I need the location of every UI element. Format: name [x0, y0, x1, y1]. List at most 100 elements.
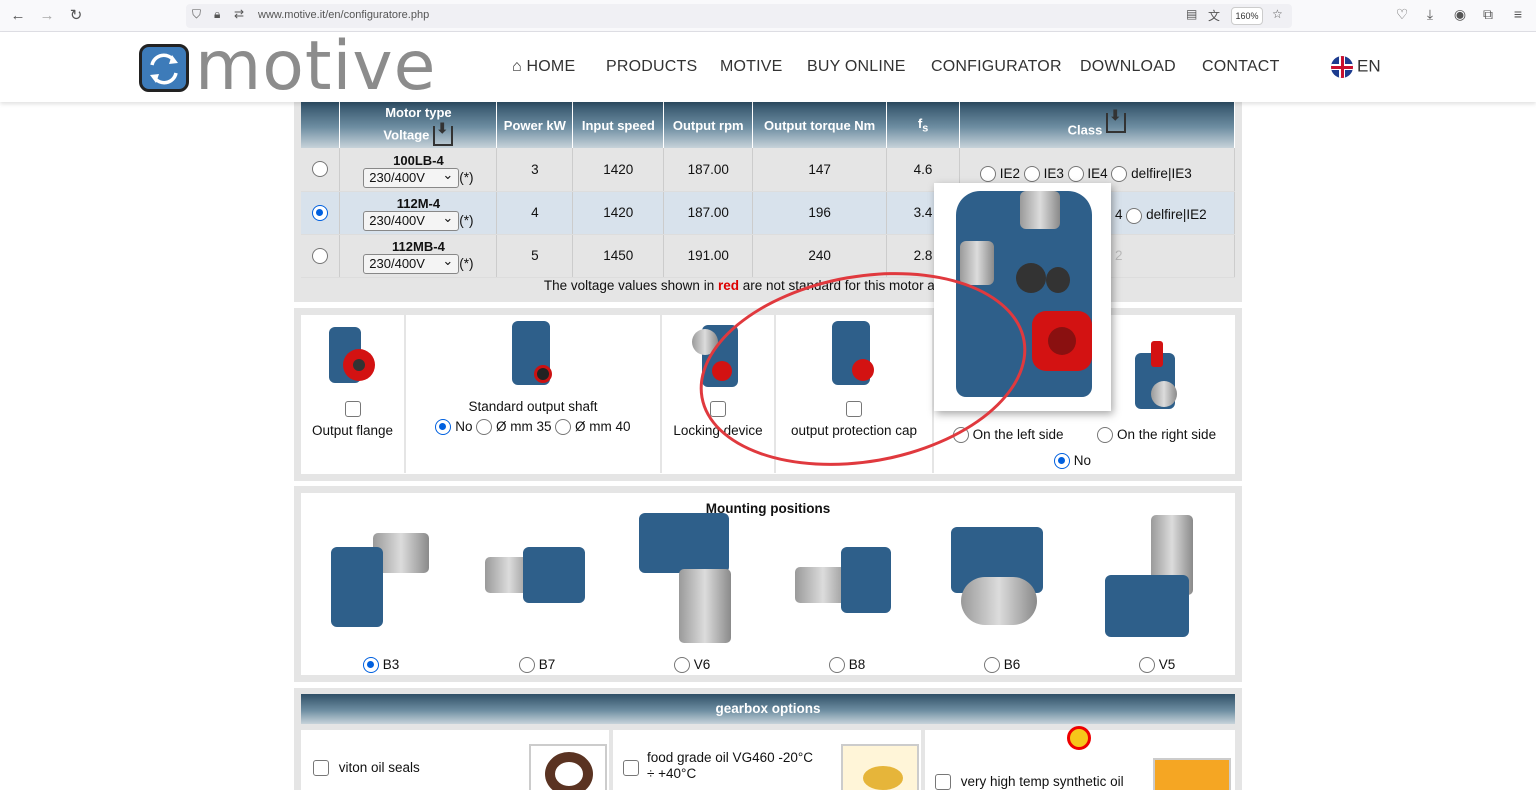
food-oil-checkbox[interactable] — [623, 760, 639, 777]
gearbox-preview-popup — [934, 183, 1111, 411]
gear-option-high-temp-oil[interactable]: very high temp synthetic oil — [925, 726, 1235, 790]
url-text[interactable]: www.motive.it/en/configuratore.php — [258, 9, 429, 21]
voltage-select[interactable]: 230/400V — [363, 166, 460, 188]
gearbox-options-panel: gearbox options viton oil seals food gra… — [294, 688, 1242, 790]
shaft-radio-no[interactable] — [435, 419, 452, 436]
high-temp-oil-image — [1153, 758, 1231, 790]
food-oil-image — [841, 744, 919, 790]
mount-v5-image[interactable] — [1105, 515, 1205, 645]
voltage-select[interactable]: 230/400V — [363, 209, 460, 231]
download-icon[interactable] — [433, 120, 454, 146]
header-motor-type: Motor type Voltage — [339, 102, 498, 148]
site-header: motive ⌂ HOME PRODUCTS MOTIVE BUY ONLINE… — [0, 32, 1536, 102]
mount-radio-b3[interactable] — [363, 657, 379, 674]
class-radio-delfire[interactable] — [1126, 207, 1143, 224]
mount-b8-image[interactable] — [795, 539, 905, 623]
mounting-title: Mounting positions — [705, 501, 831, 516]
back-icon[interactable]: ← — [8, 6, 28, 26]
uk-flag-icon — [1331, 56, 1353, 78]
side-radio-no[interactable] — [1054, 453, 1070, 470]
mount-radio-b6[interactable] — [984, 657, 1000, 674]
mount-b6-image[interactable] — [947, 527, 1057, 639]
pocket-icon[interactable]: ♡ — [1392, 6, 1412, 23]
motive-logo-icon[interactable] — [139, 44, 189, 92]
class-radio-ie2[interactable] — [980, 166, 997, 183]
zoom-level[interactable]: 160% — [1231, 7, 1263, 25]
header-fs: fs — [886, 102, 961, 148]
option-output-flange[interactable]: Output flange — [301, 315, 406, 473]
menu-contact[interactable]: CONTACT — [1202, 58, 1280, 76]
output-flange-checkbox[interactable] — [344, 401, 361, 418]
gearbox-options-header: gearbox options — [301, 694, 1235, 724]
side-radio-left[interactable] — [952, 427, 969, 444]
download-icon[interactable] — [1106, 107, 1127, 133]
mount-radio-v5[interactable] — [1139, 657, 1155, 674]
shaft-radio-40[interactable] — [555, 419, 572, 436]
account-icon[interactable]: ◉ — [1450, 6, 1470, 23]
mount-option-b8[interactable]: B8 — [829, 657, 865, 674]
logo-wordmark[interactable]: motive — [195, 32, 436, 102]
forward-icon[interactable]: → — [37, 6, 57, 26]
option-standard-shaft: Standard output shaft No Ø mm 35 Ø mm 40 — [406, 315, 662, 473]
bookmark-star-icon[interactable]: ☆ — [1272, 7, 1283, 21]
mount-radio-b8[interactable] — [829, 657, 845, 674]
mount-v6-image[interactable] — [639, 513, 739, 645]
header-input-speed: Input speed — [572, 102, 665, 148]
viton-seal-image — [529, 744, 607, 790]
mount-option-v6[interactable]: V6 — [674, 657, 710, 674]
option-locking-device[interactable]: Locking device — [662, 315, 776, 473]
side-radio-right[interactable] — [1097, 427, 1114, 444]
voltage-select[interactable]: 230/400V — [363, 252, 460, 274]
lock-icon[interactable]: 🔒︎ — [214, 7, 220, 22]
mount-radio-v6[interactable] — [674, 657, 690, 674]
downloads-icon[interactable]: ⤓ — [1420, 6, 1440, 23]
class-radio-delfire[interactable] — [1111, 166, 1128, 183]
locking-device-image — [692, 321, 746, 391]
viton-checkbox[interactable] — [313, 760, 329, 777]
header-output-torque: Output torque Nm — [752, 102, 888, 148]
reload-icon[interactable]: ↻ — [66, 6, 86, 26]
motor-radio-100lb4[interactable] — [312, 161, 329, 178]
header-output-rpm: Output rpm — [663, 102, 754, 148]
menu-motive[interactable]: MOTIVE — [720, 58, 783, 76]
menu-home[interactable]: ⌂ HOME — [512, 58, 575, 76]
output-flange-image — [327, 323, 379, 387]
gear-option-food-oil[interactable]: food grade oil VG460 -20°C ÷ +40°C — [613, 730, 921, 790]
shield-icon[interactable]: ⛉ — [192, 7, 201, 22]
gear-option-viton[interactable]: viton oil seals — [301, 730, 609, 790]
high-temp-oil-checkbox[interactable] — [935, 774, 951, 790]
class-radio-ie3[interactable] — [1023, 166, 1040, 183]
menu-download[interactable]: DOWNLOAD — [1080, 58, 1176, 76]
header-class: Class — [959, 102, 1235, 148]
menu-icon[interactable]: ≡ — [1508, 6, 1528, 22]
language-selector[interactable]: EN — [1331, 56, 1381, 78]
standard-shaft-image — [508, 321, 562, 391]
option-protection-cap[interactable]: output protection cap — [776, 315, 934, 473]
protection-cap-checkbox[interactable] — [846, 401, 862, 418]
motor-radio-112mb4[interactable] — [312, 247, 329, 264]
mount-b7-image[interactable] — [483, 543, 593, 613]
menu-buy-online[interactable]: BUY ONLINE — [807, 58, 906, 76]
class-radio-ie4[interactable] — [1067, 166, 1084, 183]
locking-device-checkbox[interactable] — [710, 401, 726, 418]
reader-view-icon[interactable]: ▤ — [1186, 7, 1197, 21]
address-bar[interactable]: ⛉ 🔒︎ ⇄ www.motive.it/en/configuratore.ph… — [186, 4, 1292, 28]
home-icon: ⌂ — [512, 58, 522, 75]
mount-option-v5[interactable]: V5 — [1139, 657, 1175, 674]
translate-icon[interactable]: 文 — [1208, 7, 1220, 24]
motor-radio-112m4[interactable] — [312, 204, 329, 221]
mount-option-b6[interactable]: B6 — [984, 657, 1020, 674]
extensions-icon[interactable]: ⧉ — [1478, 6, 1498, 23]
mount-b3-image[interactable] — [329, 529, 439, 629]
warning-icon — [1067, 726, 1091, 750]
menu-products[interactable]: PRODUCTS — [606, 58, 697, 76]
mount-option-b3[interactable]: B3 — [363, 657, 399, 674]
permissions-icon[interactable]: ⇄ — [234, 7, 244, 21]
mount-option-b7[interactable]: B7 — [519, 657, 555, 674]
mounting-panel: Mounting positions B3 B7 V6 B8 B6 V5 — [294, 486, 1242, 682]
mount-radio-b7[interactable] — [519, 657, 535, 674]
header-power: Power kW — [496, 102, 574, 148]
right-side-image — [1129, 341, 1187, 411]
menu-configurator[interactable]: CONFIGURATOR — [931, 58, 1062, 76]
shaft-radio-35[interactable] — [476, 419, 493, 436]
